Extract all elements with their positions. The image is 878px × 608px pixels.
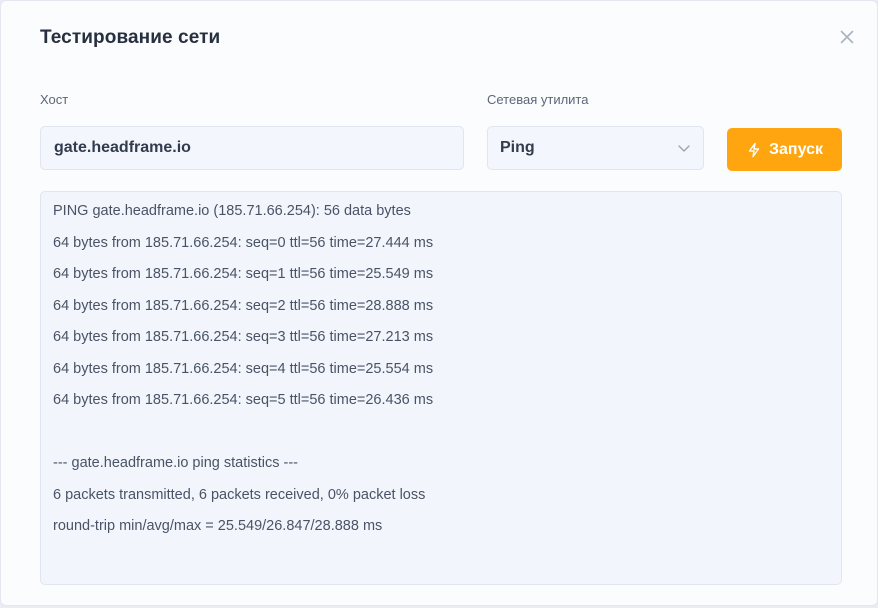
output-line: --- gate.headframe.io ping statistics --…	[53, 455, 298, 471]
output-line: 64 bytes from 185.71.66.254: seq=3 ttl=5…	[53, 329, 434, 345]
output-line: 64 bytes from 185.71.66.254: seq=5 ttl=5…	[53, 392, 434, 408]
output-line: 64 bytes from 185.71.66.254: seq=2 ttl=5…	[53, 297, 434, 314]
run-button-label: Запуск	[769, 140, 823, 158]
close-button[interactable]	[837, 27, 857, 47]
output-line: round-trip min/avg/max = 25.549/26.847/2…	[53, 518, 383, 534]
utility-select[interactable]: Ping	[487, 126, 704, 170]
output-line: 64 bytes from 185.71.66.254: seq=4 ttl=5…	[53, 360, 434, 377]
dialog-title: Тестирование сети	[40, 27, 221, 48]
utility-label: Сетевая утилита	[487, 92, 589, 107]
host-label: Хост	[40, 92, 69, 107]
output-line: 64 bytes from 185.71.66.254: seq=0 ttl=5…	[53, 234, 434, 251]
output-line: 6 packets transmitted, 6 packets receive…	[53, 486, 426, 503]
bolt-icon	[746, 142, 762, 158]
close-icon	[840, 30, 854, 44]
output-panel: PING gate.headframe.io (185.71.66.254): …	[40, 191, 842, 585]
chevron-down-icon	[677, 141, 691, 155]
network-test-dialog: Тестирование сети Хост Сетевая утилита P…	[0, 0, 878, 606]
output-line: 64 bytes from 185.71.66.254: seq=1 ttl=5…	[53, 266, 434, 282]
run-button[interactable]: Запуск	[727, 128, 842, 171]
host-input[interactable]	[40, 126, 464, 170]
utility-selected-value: Ping	[500, 139, 535, 156]
output-line: PING gate.headframe.io (185.71.66.254): …	[53, 203, 411, 219]
